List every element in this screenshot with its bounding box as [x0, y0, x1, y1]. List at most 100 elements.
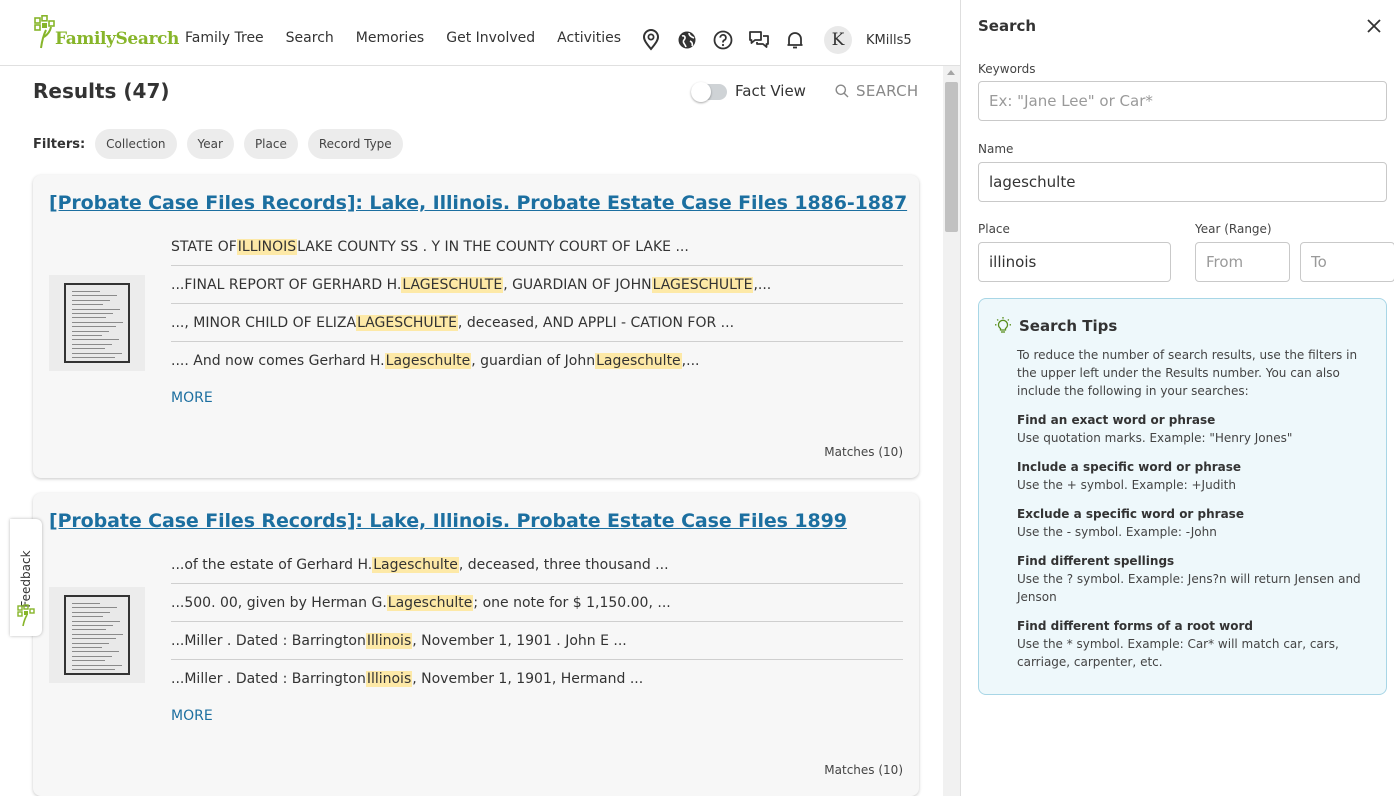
highlighted-term: Lageschulte — [372, 556, 459, 573]
document-line — [72, 638, 116, 640]
help-icon[interactable] — [712, 29, 734, 51]
search-link[interactable]: SEARCH — [835, 82, 919, 100]
globe-icon[interactable] — [676, 29, 698, 51]
document-line — [72, 348, 105, 350]
year-from-input[interactable] — [1195, 242, 1290, 282]
document-line — [72, 669, 115, 670]
tips-title: Search Tips — [1019, 317, 1118, 335]
document-line — [72, 295, 117, 297]
snippet-text: ...Miller . Dated : Barrington — [171, 632, 366, 649]
document-image — [64, 595, 130, 675]
place-label: Place — [978, 222, 1010, 236]
highlighted-term: Lageschulte — [595, 353, 682, 369]
search-tips-box: Search Tips To reduce the number of sear… — [978, 298, 1387, 695]
name-label: Name — [978, 142, 1014, 156]
results-title: Results (47) — [33, 79, 170, 103]
keywords-input[interactable] — [978, 81, 1387, 121]
scrollbar-thumb[interactable] — [945, 82, 958, 232]
chat-icon[interactable] — [748, 29, 770, 51]
scrollbar[interactable] — [943, 66, 960, 796]
year-range-label: Year (Range) — [1195, 222, 1272, 236]
name-input[interactable] — [978, 162, 1387, 202]
snippet: .... And now comes Gerhard H. Lageschult… — [171, 342, 903, 380]
place-input[interactable] — [978, 242, 1171, 282]
snippet: ...500. 00, given by Herman G. Lageschul… — [171, 584, 903, 622]
nav-activities[interactable]: Activities — [557, 30, 621, 46]
main-content: FamilySearch Family Tree Search Memories… — [0, 0, 960, 796]
highlighted-term: ILLINOIS — [236, 238, 298, 255]
snippet-text: , November 1, 1901, Hermand ... — [412, 671, 644, 687]
snippet-text: ,... — [753, 276, 772, 293]
more-link[interactable]: MORE — [171, 708, 213, 724]
document-line — [72, 352, 122, 354]
snippet-text: , deceased, AND APPLI - CATION FOR ... — [457, 314, 735, 331]
snippet: ...Miller . Dated : Barrington Illinois,… — [171, 622, 903, 660]
document-line — [72, 620, 120, 622]
filter-place[interactable]: Place — [243, 129, 298, 159]
bell-icon[interactable] — [784, 29, 806, 51]
document-line — [72, 655, 112, 657]
fact-view-toggle[interactable] — [691, 82, 727, 102]
snippet-text: .... And now comes Gerhard H. — [171, 353, 385, 369]
snippet-text: ...500. 00, given by Herman G. — [171, 594, 387, 611]
tree-logo-icon — [33, 15, 57, 49]
matches-count: Matches (10) — [824, 445, 903, 459]
snippet: ...of the estate of Gerhard H. Lageschul… — [171, 546, 903, 584]
year-to-input[interactable] — [1300, 242, 1394, 282]
logo-text: FamilySearch — [55, 29, 179, 49]
familysearch-logo[interactable]: FamilySearch — [33, 15, 179, 49]
search-panel: Search Keywords Name Place Year (Range) … — [960, 0, 1394, 796]
tip-heading: Exclude a specific word or phrase — [1017, 507, 1244, 521]
snippet: ..., MINOR CHILD OF ELIZA LAGESCHULTE, d… — [171, 304, 903, 342]
more-link[interactable]: MORE — [171, 390, 213, 406]
lightbulb-icon — [993, 316, 1013, 336]
record-thumbnail[interactable] — [49, 587, 145, 683]
tip-heading: Find different spellings — [1017, 554, 1175, 568]
document-line — [72, 629, 106, 631]
filters-label: Filters: — [33, 136, 86, 152]
filter-record-type[interactable]: Record Type — [307, 129, 403, 159]
document-line — [72, 357, 115, 358]
tip-item: Exclude a specific word or phrase Use th… — [1017, 506, 1377, 541]
highlighted-term: Illinois — [365, 671, 413, 687]
feedback-tab[interactable]: Feedback — [10, 519, 42, 636]
close-icon[interactable] — [1366, 18, 1382, 34]
tip-text: Use quotation marks. Example: "Henry Jon… — [1017, 431, 1293, 445]
tip-item: Find different forms of a root word Use … — [1017, 618, 1377, 671]
snippet-text: , GUARDIAN OF JOHN — [503, 276, 652, 293]
nav-search[interactable]: Search — [286, 30, 334, 46]
main-nav: Family Tree Search Memories Get Involved… — [185, 30, 643, 46]
nav-get-involved[interactable]: Get Involved — [446, 30, 535, 46]
nav-memories[interactable]: Memories — [356, 30, 424, 46]
username[interactable]: KMills5 — [866, 33, 912, 48]
avatar[interactable]: K — [824, 26, 852, 54]
record-title[interactable]: [Probate Case Files Records]: Lake, Illi… — [49, 192, 907, 214]
highlighted-term: Lageschulte — [384, 353, 472, 369]
tip-text: Use the - symbol. Example: -John — [1017, 525, 1217, 539]
fact-view-label: Fact View — [735, 82, 806, 100]
tips-body: To reduce the number of search results, … — [1017, 346, 1377, 671]
scroll-up-arrow[interactable] — [947, 70, 955, 75]
pin-icon[interactable] — [640, 29, 662, 51]
tree-logo-icon — [14, 603, 38, 627]
snippet: ...FINAL REPORT OF GERHARD H. LAGESCHULT… — [171, 266, 903, 304]
snippet-text: ,... — [681, 353, 700, 369]
record-title[interactable]: [Probate Case Files Records]: Lake, Illi… — [49, 510, 847, 532]
tip-text: Use the + symbol. Example: +Judith — [1017, 478, 1236, 492]
tip-heading: Find an exact word or phrase — [1017, 413, 1216, 427]
snippet-text: ...Miller . Dated : Barrington — [171, 671, 366, 687]
snippet: STATE OF ILLINOIS LAKE COUNTY SS . Y IN … — [171, 228, 903, 266]
search-icon — [835, 84, 849, 98]
record-thumbnail[interactable] — [49, 275, 145, 371]
document-line — [72, 335, 102, 336]
snippet-text: ...of the estate of Gerhard H. — [171, 556, 373, 573]
matches-count: Matches (10) — [824, 763, 903, 777]
snippet-text: ..., MINOR CHILD OF ELIZA — [171, 314, 357, 331]
document-line — [72, 660, 105, 662]
nav-icon-bar: K KMills5 — [640, 26, 912, 54]
filter-collection[interactable]: Collection — [95, 129, 177, 159]
filter-year[interactable]: Year — [186, 129, 234, 159]
nav-family-tree[interactable]: Family Tree — [185, 30, 264, 46]
tip-item: Find an exact word or phrase Use quotati… — [1017, 412, 1377, 447]
highlighted-term: LAGESCHULTE — [356, 314, 458, 331]
